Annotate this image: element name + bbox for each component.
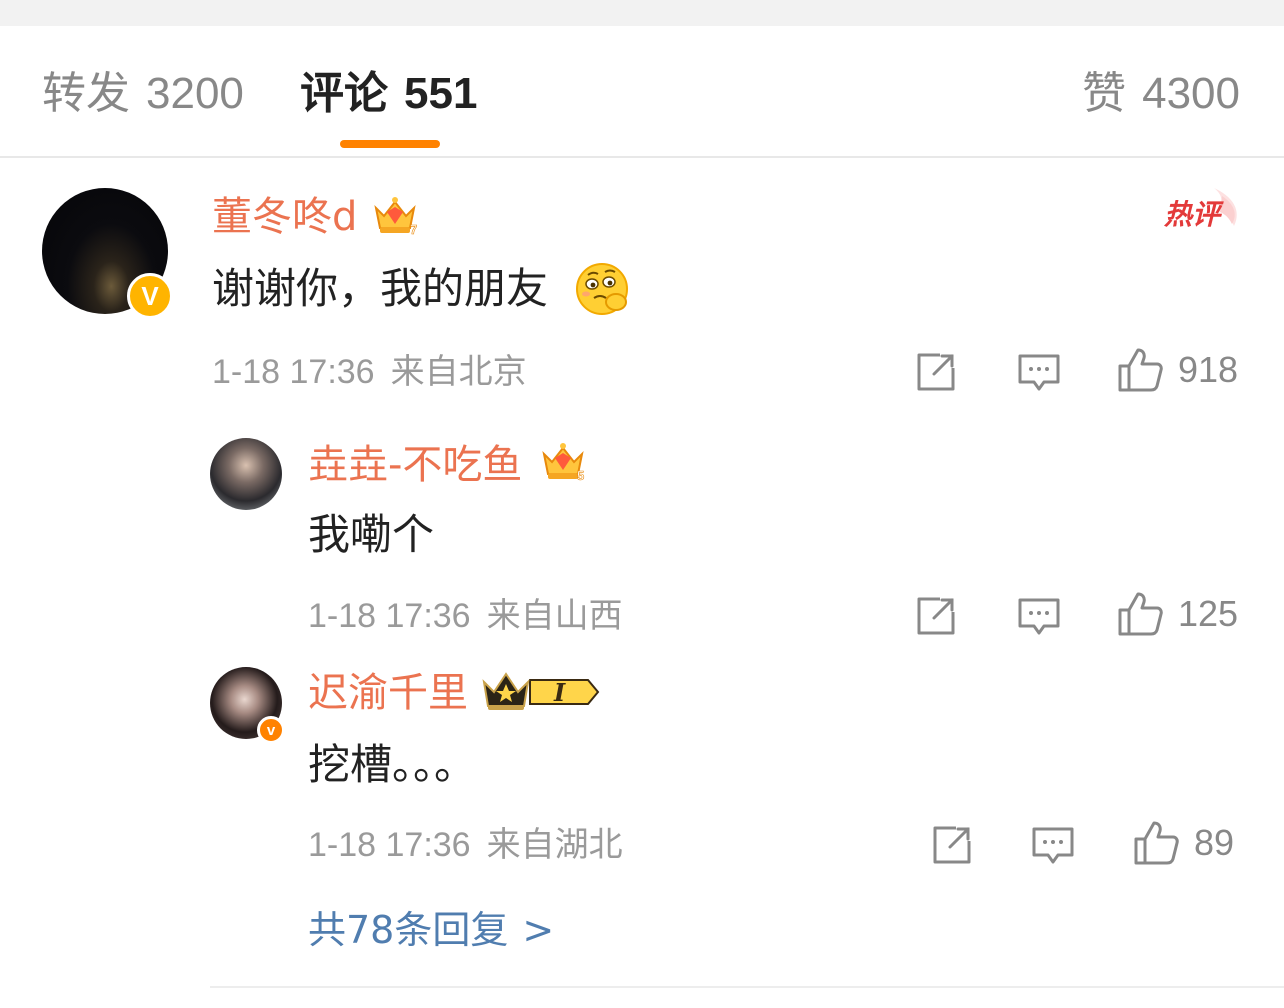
reply-text: 挖槽。。。 bbox=[308, 740, 477, 789]
reply-text: 我嘞个 bbox=[308, 510, 435, 559]
reply-meta: 1-18 17:36 来自湖北 bbox=[308, 823, 623, 867]
divider bbox=[210, 986, 1284, 988]
more-replies-label: 共78条回复 bbox=[308, 908, 509, 952]
comment-text: 谢谢你，我的朋友 bbox=[212, 264, 549, 313]
location: 来自山西 bbox=[486, 596, 623, 636]
reply-button[interactable] bbox=[1016, 594, 1062, 638]
thumbs-up-icon bbox=[1118, 592, 1163, 636]
repost-button[interactable] bbox=[914, 594, 958, 638]
like-count: 125 bbox=[1178, 593, 1239, 634]
timestamp: 1-18 17:36 bbox=[308, 597, 471, 635]
share-icon bbox=[917, 597, 955, 635]
username[interactable]: 董冬咚d bbox=[212, 192, 357, 242]
comment-icon bbox=[1032, 827, 1074, 864]
location: 来自湖北 bbox=[486, 825, 623, 865]
like-count: 918 bbox=[1178, 349, 1239, 390]
repost-button[interactable] bbox=[930, 823, 974, 867]
comment-meta: 1-18 17:36 来自北京 bbox=[212, 350, 527, 394]
comment-icon bbox=[1018, 598, 1060, 635]
like-button[interactable]: 125 bbox=[1116, 590, 1238, 638]
tab-likes-label: 赞 bbox=[1082, 68, 1127, 119]
timestamp: 1-18 17:36 bbox=[308, 826, 471, 864]
view-more-replies-link[interactable]: 共78条回复 > bbox=[308, 906, 554, 954]
svg-text:7: 7 bbox=[410, 222, 417, 236]
tab-comments[interactable]: 评论 551 bbox=[300, 66, 477, 122]
timestamp: 1-18 17:36 bbox=[212, 353, 375, 391]
thinking-face-emoji-icon bbox=[576, 263, 628, 315]
reply-username[interactable]: 迟渝千里 bbox=[308, 668, 468, 718]
location: 来自北京 bbox=[390, 352, 527, 392]
reply-button[interactable] bbox=[1030, 823, 1076, 867]
reply-avatar[interactable] bbox=[210, 438, 282, 510]
thumbs-up-icon bbox=[1134, 821, 1179, 865]
svg-text:热评: 热评 bbox=[1163, 198, 1224, 231]
comment-icon bbox=[1018, 354, 1060, 391]
reply-button[interactable] bbox=[1016, 350, 1062, 394]
thumbs-up-icon bbox=[1118, 348, 1163, 392]
verified-icon: V bbox=[127, 273, 173, 319]
verified-icon: v bbox=[257, 716, 285, 744]
chevron-right-icon: > bbox=[522, 908, 555, 952]
active-tab-indicator bbox=[340, 140, 440, 148]
tab-likes-count: 4300 bbox=[1142, 69, 1240, 118]
tab-repost-count: 3200 bbox=[146, 69, 244, 118]
tab-comments-label: 评论 bbox=[300, 68, 388, 119]
hot-comment-tag-icon: 热评 bbox=[1163, 188, 1237, 231]
tab-repost-label: 转发 bbox=[42, 68, 130, 119]
repost-button[interactable] bbox=[914, 350, 958, 394]
like-count: 89 bbox=[1194, 822, 1235, 863]
tab-repost[interactable]: 转发 3200 bbox=[42, 66, 244, 122]
svip-crown-badge-icon[interactable]: I bbox=[480, 668, 600, 714]
svg-text:5: 5 bbox=[577, 468, 584, 482]
tab-comments-count: 551 bbox=[404, 69, 478, 118]
vip-crown-icon[interactable]: 7 bbox=[372, 194, 418, 236]
reply-username[interactable]: 垚垚-不吃鱼 bbox=[308, 440, 522, 490]
like-button[interactable]: 918 bbox=[1116, 346, 1238, 394]
top-strip bbox=[0, 0, 1284, 26]
reply-meta: 1-18 17:36 来自山西 bbox=[308, 594, 623, 638]
svg-text:I: I bbox=[553, 678, 566, 707]
share-icon bbox=[933, 826, 971, 864]
like-button[interactable]: 89 bbox=[1132, 819, 1234, 867]
tab-bar: 转发 3200 评论 551 赞 4300 bbox=[0, 26, 1284, 158]
vip-crown-icon[interactable]: 5 bbox=[540, 440, 586, 482]
tab-likes[interactable]: 赞 4300 bbox=[1082, 66, 1240, 122]
share-icon bbox=[917, 353, 955, 391]
